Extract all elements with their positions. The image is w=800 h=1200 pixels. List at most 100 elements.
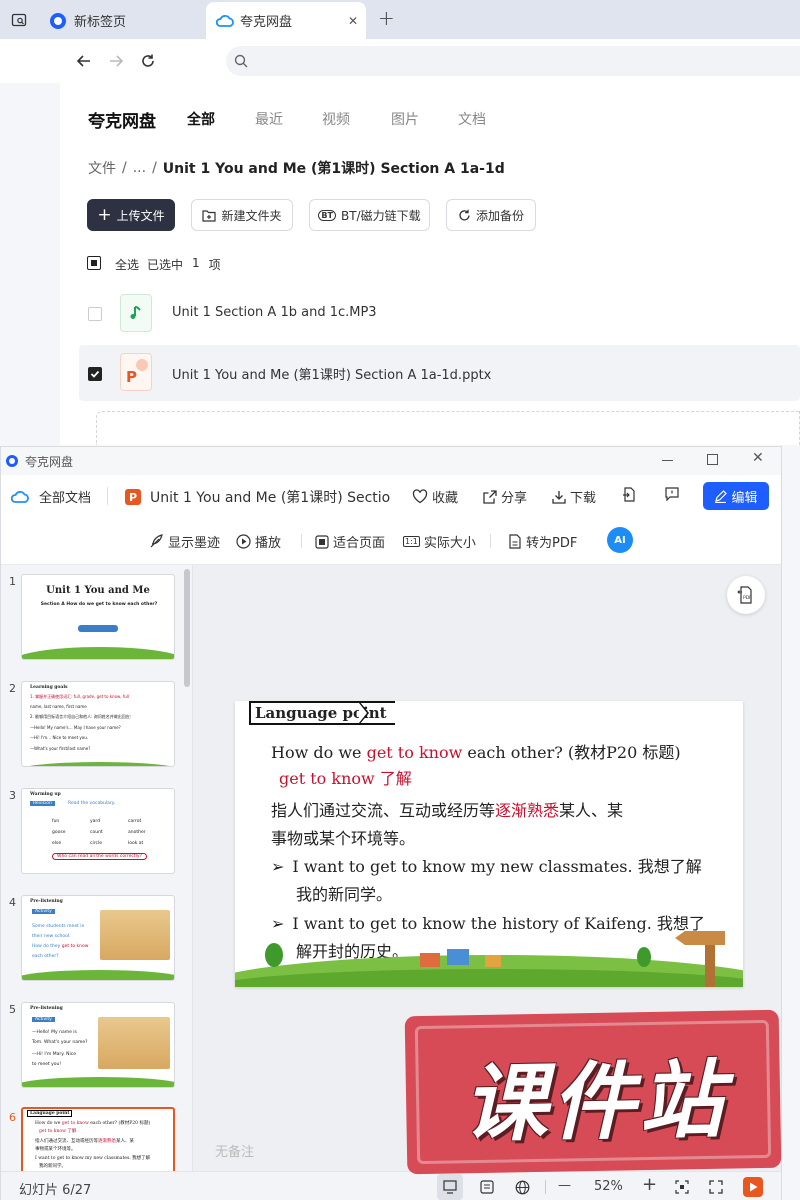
share-button[interactable]: 分享: [483, 487, 527, 506]
pdf-convert-icon: [509, 534, 521, 549]
bt-download-button[interactable]: BT BT/磁力链下载: [309, 199, 430, 231]
cloud-icon: [216, 14, 234, 28]
address-bar[interactable]: [226, 46, 800, 76]
download-icon: [552, 490, 566, 504]
slide-number: 2: [9, 682, 16, 695]
fullscreen-icon[interactable]: [709, 1180, 723, 1194]
new-folder-button[interactable]: 新建文件夹: [191, 199, 293, 231]
fit-screen-icon[interactable]: [675, 1180, 689, 1194]
notes-placeholder[interactable]: 无备注: [215, 1141, 254, 1160]
slide-thumbnail[interactable]: Pre-listening Activity —Hello! My name i…: [21, 1002, 175, 1088]
folder-plus-icon: [202, 209, 217, 222]
notes-view-icon[interactable]: [480, 1180, 494, 1194]
viewer-subtoolbar: 显示墨迹 播放 适合页面 1:1 实际大小 转为PDF AI: [1, 515, 781, 565]
viewer-title-bar: 夸克网盘 ✕: [1, 447, 781, 475]
slide-thumbnail-active[interactable]: Language point How do we get to know eac…: [21, 1107, 175, 1177]
watermark-text: 课件站: [462, 1050, 729, 1154]
edit-button[interactable]: 编辑: [703, 482, 769, 510]
pdf-float-button[interactable]: PDF: [727, 576, 765, 614]
export-button[interactable]: [622, 487, 635, 502]
sync-icon: [459, 209, 470, 220]
fit-page-icon: [315, 534, 329, 549]
school-illustration: [98, 1017, 170, 1069]
favorite-button[interactable]: 收藏: [412, 487, 458, 506]
upload-button[interactable]: + 上传文件: [87, 199, 175, 231]
forward-button[interactable]: [102, 47, 130, 75]
current-slide[interactable]: Language point How do we get to know eac…: [235, 701, 743, 987]
pencil-icon: [715, 489, 728, 503]
file-checkbox[interactable]: [88, 307, 102, 321]
tab-label: 新标签页: [74, 15, 127, 30]
drive-page: 夸克网盘 全部 最近 视频 图片 文档 文件 / ... / Unit 1 Yo…: [60, 83, 800, 445]
file-row[interactable]: P Unit 1 You and Me (第1课时) Section A 1a-…: [79, 345, 800, 401]
tab-label: 夸克网盘: [240, 15, 293, 30]
slide-number: 4: [9, 896, 16, 909]
viewer-window-title: 夸克网盘: [25, 455, 74, 469]
viewer-toolbar: 全部文档 P Unit 1 You and Me (第1课时) Sectior …: [1, 475, 781, 515]
slide-counter: 幻灯片 6/27: [19, 1183, 92, 1198]
breadcrumb-ellipsis[interactable]: ...: [133, 160, 146, 176]
ai-assistant-button[interactable]: AI: [607, 527, 633, 553]
play-button[interactable]: 播放: [236, 532, 281, 551]
file-checkbox[interactable]: [88, 367, 102, 381]
tab-new-tab[interactable]: 新标签页: [40, 2, 200, 39]
close-window-button[interactable]: ✕: [752, 450, 764, 466]
slide-number: 5: [9, 1003, 16, 1016]
slide-thumbnail[interactable]: Pre-listening Activity Some students mee…: [21, 895, 175, 981]
tab-all[interactable]: 全部: [187, 109, 215, 129]
bt-icon: BT: [318, 209, 336, 221]
divider: [490, 534, 491, 548]
fit-page-button[interactable]: 适合页面: [315, 532, 385, 551]
download-button[interactable]: 下载: [552, 487, 596, 506]
drop-zone: [96, 411, 800, 445]
play-icon: [236, 534, 251, 549]
drive-logo[interactable]: 夸克网盘: [88, 107, 156, 132]
breadcrumb-root[interactable]: 文件: [88, 158, 116, 178]
file-name[interactable]: Unit 1 Section A 1b and 1c.MP3: [172, 305, 377, 320]
slide-thumbnail[interactable]: Learning goals 1. 掌握并正确使用词汇: full, grade…: [21, 681, 175, 767]
tab-manager-icon[interactable]: [8, 9, 30, 31]
actual-size-button[interactable]: 1:1 实际大小: [403, 532, 476, 551]
show-ink-button[interactable]: 显示墨迹: [149, 532, 220, 551]
minimize-button[interactable]: [662, 460, 673, 461]
zoom-level[interactable]: 52%: [594, 1179, 623, 1194]
breadcrumb-sep: /: [152, 160, 157, 176]
zoom-in-button[interactable]: +: [642, 1174, 657, 1195]
breadcrumb-sep: /: [122, 160, 127, 176]
tab-quark-drive[interactable]: 夸克网盘 ✕: [206, 2, 366, 39]
all-docs-button[interactable]: 全部文档: [11, 487, 91, 506]
reload-icon: [142, 54, 154, 67]
to-pdf-button[interactable]: 转为PDF: [508, 532, 577, 551]
comment-button[interactable]: [665, 487, 679, 501]
tab-recent[interactable]: 最近: [255, 109, 283, 129]
slide-line-2: get to know 了解: [279, 769, 412, 788]
tab-images[interactable]: 图片: [391, 109, 419, 129]
arrow-right-icon: [110, 55, 124, 67]
slide-paragraph: 指人们通过交流、互动或经历等逐渐熟悉某人、某 事物或某个环境等。: [271, 801, 624, 848]
maximize-button[interactable]: [707, 454, 718, 465]
slide-thumbnail-sidebar: 1 Unit 1 You and Me Section A How do we …: [1, 565, 193, 1177]
back-button[interactable]: [70, 47, 98, 75]
school-illustration: [100, 910, 170, 960]
quark-icon: [6, 455, 18, 467]
add-backup-button[interactable]: 添加备份: [446, 199, 536, 231]
zoom-out-button[interactable]: —: [558, 1178, 571, 1193]
globe-icon[interactable]: [515, 1180, 530, 1195]
file-row[interactable]: Unit 1 Section A 1b and 1c.MP3: [79, 288, 800, 340]
select-all-label[interactable]: 全选: [115, 256, 139, 273]
select-all-checkbox[interactable]: [87, 256, 101, 270]
export-icon: [623, 487, 635, 502]
tab-video[interactable]: 视频: [322, 109, 350, 129]
new-tab-button[interactable]: +: [378, 6, 395, 30]
close-icon[interactable]: ✕: [348, 14, 358, 28]
quark-icon: [50, 12, 66, 29]
bt-label: BT/磁力链下载: [340, 208, 421, 223]
slide-thumbnail[interactable]: Warming up Revision Read the vocabulary.…: [21, 788, 175, 874]
tab-docs[interactable]: 文档: [458, 109, 486, 129]
reload-button[interactable]: [134, 47, 162, 75]
file-name[interactable]: Unit 1 You and Me (第1课时) Section A 1a-1d…: [172, 364, 491, 383]
ppt-file-icon: P: [120, 353, 152, 391]
sidebar-scrollbar[interactable]: [184, 569, 190, 687]
slide-thumbnail[interactable]: Unit 1 You and Me Section A How do we ge…: [21, 574, 175, 660]
tree-illustration: [637, 947, 651, 967]
